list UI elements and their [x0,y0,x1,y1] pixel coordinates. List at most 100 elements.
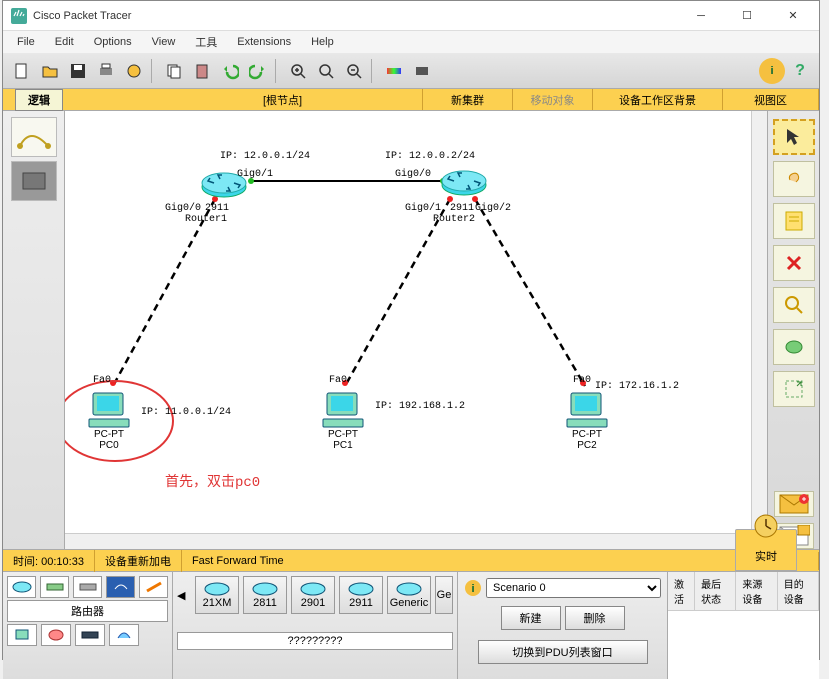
right-toolbar [767,111,819,549]
router2-model: 2911 [450,203,474,214]
inspect-tool-icon[interactable] [773,287,815,323]
drawing-palette-icon[interactable] [381,58,407,84]
canvas-scrollbar-v[interactable] [751,111,767,549]
menu-extensions[interactable]: Extensions [229,34,299,50]
router1-gig00-label: Gig0/0 [165,203,201,214]
note-tool-icon[interactable] [773,203,815,239]
realtime-label: 实时 [755,548,777,564]
topology-canvas[interactable]: IP: 12.0.0.1/24 Gig0/1 Gig0/0 2911 Route… [65,111,767,549]
pdu-col-dest[interactable]: 目的设备 [778,572,819,610]
delete-tool-icon[interactable] [773,245,815,281]
cat-wan-icon[interactable] [75,624,105,646]
new-cluster-button[interactable]: 新集群 [423,89,513,110]
resize-tool-icon[interactable] [773,371,815,407]
device-category-panel: 路由器 [3,572,173,679]
device-pc1[interactable]: PC-PT PC1 [321,391,365,451]
zoom-out-icon[interactable] [341,58,367,84]
workspace: IP: 12.0.0.1/24 Gig0/1 Gig0/0 2911 Route… [3,111,819,549]
device-pc0[interactable]: PC-PT PC0 [87,391,131,451]
scenario-delete-button[interactable]: 删除 [565,606,625,630]
menu-edit[interactable]: Edit [47,34,82,50]
info-small-icon: i [464,579,482,597]
router2-gig00-label: Gig0/0 [395,169,431,180]
device-pc2[interactable]: PC-PT PC2 [565,391,609,451]
toggle-pdu-list-button[interactable]: 切换到PDU列表窗口 [478,640,648,664]
scroll-left-button[interactable]: ◀ [177,576,191,614]
redo-icon[interactable] [245,58,271,84]
device-model-item[interactable]: 2901 [291,576,335,614]
info-icon[interactable]: i [759,58,785,84]
save-icon[interactable] [65,58,91,84]
pc0-fa0-label: Fa0 [93,375,111,386]
paste-icon[interactable] [189,58,215,84]
simple-pdu-icon[interactable] [774,491,814,517]
new-file-icon[interactable] [9,58,35,84]
device-model-item[interactable]: 2911 [339,576,383,614]
print-icon[interactable] [93,58,119,84]
copy-icon[interactable] [161,58,187,84]
app-title: Cisco Packet Tracer [33,10,687,22]
pdu-col-status[interactable]: 最后状态 [695,572,736,610]
cat-routers-icon[interactable] [7,576,36,598]
menu-options[interactable]: Options [86,34,140,50]
physical-nav-icon[interactable] [11,117,57,157]
cat-connections-icon[interactable] [139,576,168,598]
scenario-select[interactable]: Scenario 0 [486,578,661,598]
cat-hubs-icon[interactable] [73,576,102,598]
realtime-tab[interactable]: 实时 [735,529,797,571]
cat-custom-icon[interactable] [109,624,139,646]
menubar: File Edit Options View 工具 Extensions Hel… [3,31,819,53]
move-tool-icon[interactable] [773,161,815,197]
pdu-col-source[interactable]: 来源设备 [736,572,777,610]
pc1-name: PC1 [321,440,365,451]
menu-tools[interactable]: 工具 [187,32,225,52]
draw-tool-icon[interactable] [773,329,815,365]
pc2-type: PC-PT [565,429,609,440]
cluster-nav-icon[interactable] [11,161,57,201]
device-model-item[interactable]: 2811 [243,576,287,614]
titlebar: Cisco Packet Tracer ─ ☐ ✕ [3,1,819,31]
logical-tab[interactable]: 逻辑 [15,89,63,111]
cat-security-icon[interactable] [41,624,71,646]
select-tool-icon[interactable] [773,119,815,155]
help-icon[interactable]: ? [787,58,813,84]
open-file-icon[interactable] [37,58,63,84]
root-node-button[interactable]: [根节点] [143,89,423,110]
pdu-col-fire[interactable]: 激活 [668,572,695,610]
canvas-scrollbar-h[interactable] [65,533,751,549]
cat-wireless-icon[interactable] [106,576,135,598]
power-cycle-button[interactable]: 设备重新加电 [95,550,182,572]
zoom-reset-icon[interactable] [313,58,339,84]
maximize-button[interactable]: ☐ [733,6,761,26]
device-router2[interactable] [440,167,488,197]
zoom-in-icon[interactable] [285,58,311,84]
wizard-icon[interactable] [121,58,147,84]
custom-devices-icon[interactable] [409,58,435,84]
pc0-ip: IP: 11.0.0.1/24 [141,407,231,418]
menu-help[interactable]: Help [303,34,342,50]
close-button[interactable]: ✕ [779,6,807,26]
menu-view[interactable]: View [144,34,184,50]
cat-switches-icon[interactable] [40,576,69,598]
menu-file[interactable]: File [9,34,43,50]
router1-model: 2911 [205,203,229,214]
undo-icon[interactable] [217,58,243,84]
viewport-button[interactable]: 视图区 [723,89,819,110]
left-navigator [3,111,65,549]
move-object-button[interactable]: 移动对象 [513,89,593,110]
device-model-item[interactable]: Generic [387,576,431,614]
secondary-toolbar: [根节点] 新集群 移动对象 设备工作区背景 视图区 [3,89,819,111]
time-cell: 时间: 00:10:33 [3,550,95,572]
pc2-name: PC2 [565,440,609,451]
device-model-item[interactable]: 21XM [195,576,239,614]
app-logo-icon [11,8,27,24]
fast-forward-button[interactable]: Fast Forward Time [182,552,819,570]
minimize-button[interactable]: ─ [687,6,715,26]
router2-gig01-label: Gig0/1 [405,203,441,214]
device-query-box[interactable]: ????????? [177,632,453,650]
device-model-item[interactable]: Ge [435,576,453,614]
device-list-panel: ◀ 21XM 2811 2901 2911 Generic Ge ???????… [173,572,457,679]
cat-end-icon[interactable] [7,624,37,646]
scenario-new-button[interactable]: 新建 [501,606,561,630]
set-bg-button[interactable]: 设备工作区背景 [593,89,723,110]
